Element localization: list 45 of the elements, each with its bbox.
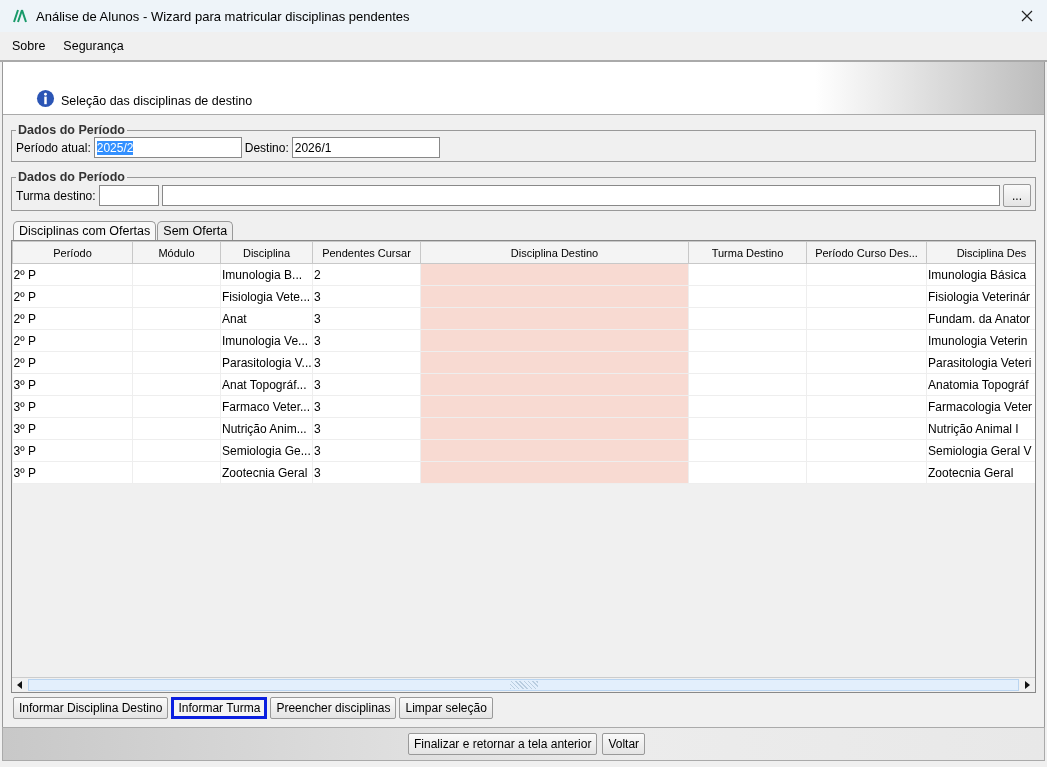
scroll-right-icon[interactable]: [1023, 681, 1031, 689]
column-header[interactable]: Disciplina: [220, 241, 313, 264]
table-cell: 2º P: [12, 329, 133, 352]
column-header[interactable]: Pendentes Cursar: [312, 241, 421, 264]
app-logo-icon: [12, 8, 28, 24]
field-label: Turma destino:: [16, 188, 96, 203]
header-text: Seleção das disciplinas de destino: [61, 94, 253, 108]
table-cell: 3º P: [12, 417, 133, 440]
action-button[interactable]: Informar Turma: [171, 697, 268, 719]
field-label: Destino:: [244, 140, 289, 155]
info-icon: [36, 89, 55, 108]
group-legend: Dados do Período: [16, 123, 127, 137]
table-cell: 2º P: [12, 351, 133, 374]
column-header[interactable]: Período: [12, 241, 133, 264]
table-cell: 3º P: [12, 461, 133, 484]
footer-button[interactable]: Finalizar e retornar a tela anterior: [408, 733, 598, 755]
menu-item[interactable]: Segurança: [63, 39, 124, 53]
close-icon[interactable]: [1021, 10, 1033, 22]
action-button[interactable]: Preencher disciplinas: [270, 697, 397, 719]
field-label: Período atual:: [16, 140, 91, 155]
horizontal-scrollbar[interactable]: [12, 677, 1035, 692]
column-header[interactable]: Período Curso Des...: [806, 241, 927, 264]
table-cell: 2º P: [12, 285, 133, 308]
group-legend: Dados do Período: [16, 170, 127, 184]
footer-button[interactable]: Voltar: [602, 733, 646, 755]
menu-item[interactable]: Sobre: [12, 39, 46, 53]
tab[interactable]: Disciplinas com Ofertas: [13, 221, 157, 240]
action-button[interactable]: Limpar seleção: [399, 697, 493, 719]
tab[interactable]: Sem Oferta: [157, 221, 234, 240]
class-code-field[interactable]: [98, 185, 159, 206]
column-header[interactable]: Módulo: [132, 241, 221, 264]
action-button[interactable]: Informar Disciplina Destino: [13, 697, 169, 719]
window-title: Análise de Alunos - Wizard para matricular disciplinas pendentes: [36, 8, 411, 24]
table-cell: 3º P: [12, 439, 133, 462]
table-cell: 2º P: [12, 307, 133, 330]
table-cell: 3º P: [12, 395, 133, 418]
scroll-left-icon[interactable]: [16, 681, 24, 689]
column-header[interactable]: Turma Destino: [688, 241, 807, 264]
column-header[interactable]: Disciplina Des: [926, 241, 1035, 264]
table-cell: 2º P: [12, 263, 133, 286]
target-period-field[interactable]: 2026/1: [291, 137, 440, 158]
browse-button[interactable]: ...: [1003, 184, 1031, 207]
class-name-field[interactable]: [161, 185, 1000, 206]
column-header[interactable]: Disciplina Destino: [420, 241, 689, 264]
table-cell: 3º P: [12, 373, 133, 396]
